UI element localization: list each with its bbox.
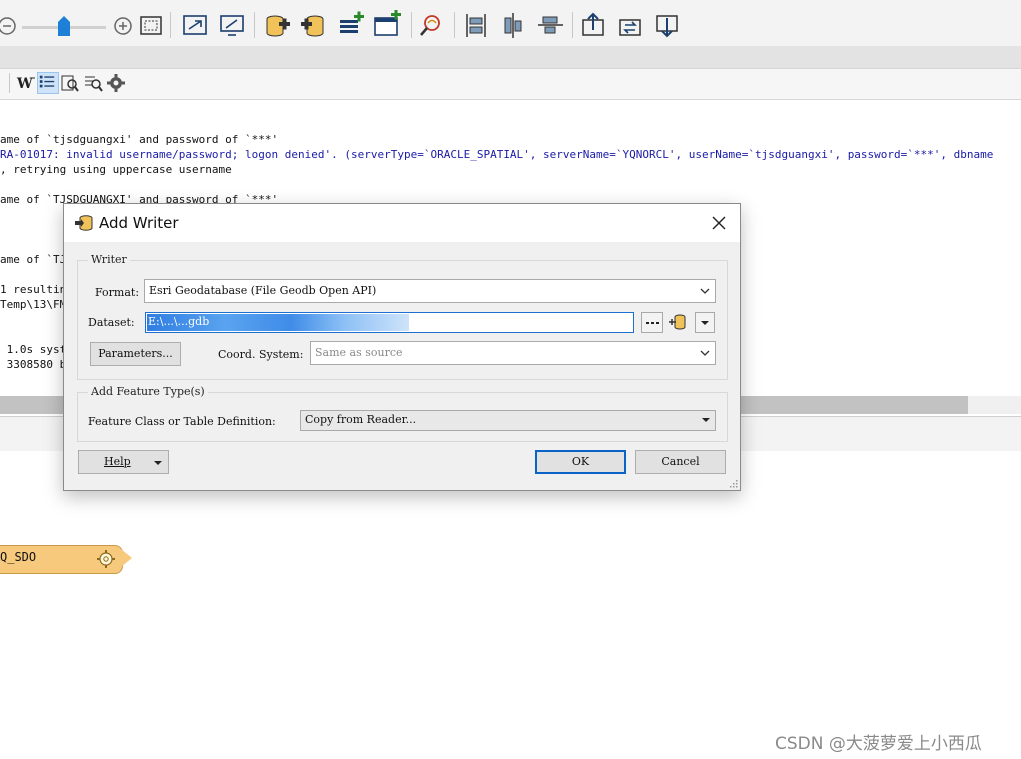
parameters-button[interactable]: Parameters... xyxy=(90,342,181,366)
add-reader-icon[interactable] xyxy=(262,10,292,40)
watermark: CSDN @大菠萝爱上小西瓜 xyxy=(775,734,982,754)
inspect-icon[interactable] xyxy=(417,10,447,40)
database-connection-icon xyxy=(669,314,686,330)
workspace-canvas[interactable] xyxy=(0,451,1021,759)
help-button-label: Help xyxy=(104,455,131,468)
zoom-out-icon[interactable] xyxy=(0,10,22,40)
log-line: 1 resultin xyxy=(0,283,67,296)
dataset-value: E:\...\...gdb xyxy=(148,315,210,328)
dataset-options-button[interactable] xyxy=(695,312,715,333)
coord-system-value: Same as source xyxy=(315,346,403,359)
coord-system-select[interactable]: Same as source xyxy=(310,341,716,365)
node-label: Q_SDO xyxy=(0,550,37,564)
add-feature-type-icon[interactable] xyxy=(336,10,366,40)
refresh-icon[interactable] xyxy=(615,10,645,40)
feature-class-label: Feature Class or Table Definition: xyxy=(88,415,276,428)
group-title: Writer xyxy=(88,253,130,266)
coord-system-label: Coord. System: xyxy=(218,348,304,361)
align-vertical-icon[interactable] xyxy=(461,10,491,40)
zoom-window-icon[interactable] xyxy=(217,10,247,40)
dropdown-arrow-icon xyxy=(702,418,710,422)
browse-button[interactable] xyxy=(641,312,663,333)
panel-header-band xyxy=(0,46,1021,69)
move-down-icon[interactable] xyxy=(652,10,682,40)
zoom-extents-icon[interactable] xyxy=(180,10,210,40)
ok-button-label: OK xyxy=(571,455,590,468)
node-gear-icon[interactable] xyxy=(96,549,116,569)
cancel-button[interactable]: Cancel xyxy=(635,450,726,474)
connection-button[interactable] xyxy=(667,312,689,333)
dropdown-arrow-icon xyxy=(701,321,709,325)
wrap-text-icon[interactable]: W xyxy=(16,73,36,93)
group-title: Add Feature Type(s) xyxy=(88,385,208,398)
dropdown-arrow-icon[interactable] xyxy=(153,459,163,467)
add-writer-icon xyxy=(75,215,93,231)
zoom-slider-thumb[interactable] xyxy=(58,16,70,36)
dataset-label: Dataset: xyxy=(88,316,135,329)
list-icon[interactable] xyxy=(37,72,59,94)
zoom-to-fit-icon[interactable] xyxy=(136,10,166,40)
format-value: Esri Geodatabase (File Geodb Open API) xyxy=(149,284,377,297)
log-line: Temp\13\FM xyxy=(0,298,67,311)
feature-class-value: Copy from Reader... xyxy=(305,413,417,426)
dialog-title: Add Writer xyxy=(99,214,179,232)
node-output-port[interactable] xyxy=(121,549,132,567)
log-line: , retrying using uppercase username xyxy=(0,163,232,176)
align-center-icon[interactable] xyxy=(498,10,528,40)
log-line: ame of `tjsdguangxi' and password of `**… xyxy=(0,133,279,146)
zoom-in-icon[interactable] xyxy=(108,10,138,40)
format-label: Format: xyxy=(95,286,140,299)
feature-type-node[interactable]: Q_SDO xyxy=(0,545,123,574)
cancel-button-label: Cancel xyxy=(661,455,700,468)
log-line-error: RA-01017: invalid username/password; log… xyxy=(0,148,994,161)
dialog-titlebar[interactable]: Add Writer xyxy=(64,204,740,242)
log-line: 1.0s syst xyxy=(0,343,67,356)
insert-transformer-icon[interactable] xyxy=(372,10,402,40)
help-button[interactable]: Help xyxy=(78,450,169,474)
add-writer-dialog: Add Writer Writer Format: Esri Geodataba… xyxy=(63,203,741,491)
move-up-icon[interactable] xyxy=(578,10,608,40)
align-horizontal-icon[interactable] xyxy=(535,10,565,40)
filter-icon[interactable] xyxy=(83,73,103,93)
log-line: 3308580 b xyxy=(0,358,67,371)
feature-class-select[interactable]: Copy from Reader... xyxy=(300,410,716,431)
main-toolbar xyxy=(0,0,1021,46)
log-line: ame of `TJ xyxy=(0,253,67,266)
chevron-down-icon xyxy=(700,288,710,294)
parameters-button-label: Parameters... xyxy=(98,347,173,360)
ok-button[interactable]: OK xyxy=(535,450,626,474)
chevron-down-icon xyxy=(700,350,710,356)
close-icon[interactable] xyxy=(708,212,730,234)
settings-icon[interactable] xyxy=(106,73,126,93)
add-writer-icon[interactable] xyxy=(299,10,329,40)
format-select[interactable]: Esri Geodatabase (File Geodb Open API) xyxy=(144,279,716,303)
find-icon[interactable] xyxy=(60,73,80,93)
dataset-input[interactable]: E:\...\...gdb xyxy=(145,312,634,333)
resize-grip-icon[interactable] xyxy=(728,478,738,488)
log-toolbar: W xyxy=(0,69,1021,100)
ellipsis-icon xyxy=(646,322,659,324)
